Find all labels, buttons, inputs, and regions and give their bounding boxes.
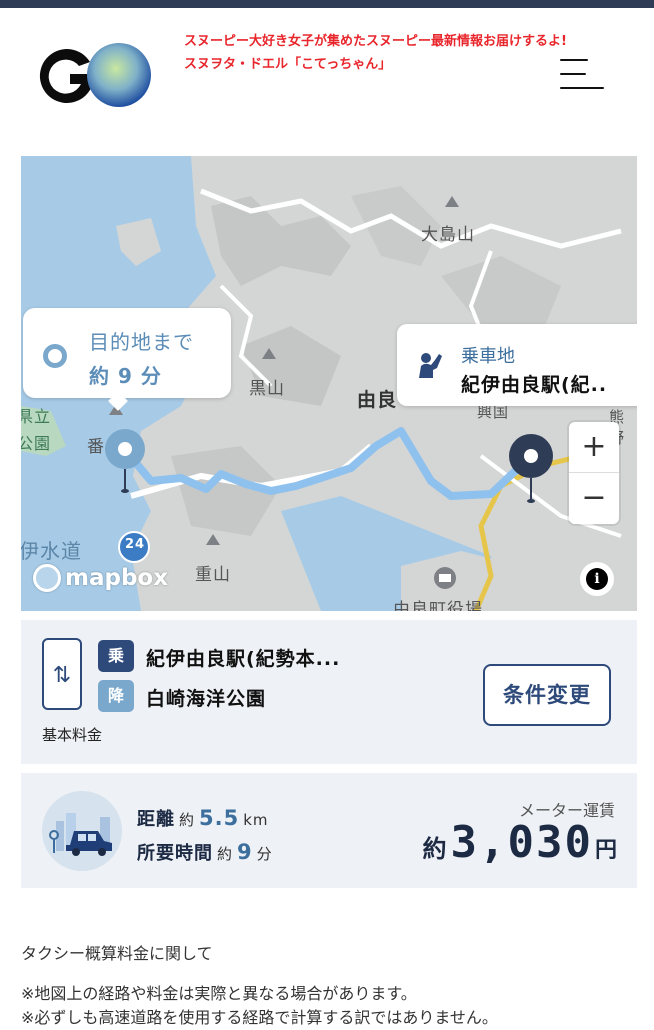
change-conditions-button[interactable]: 条件変更 (483, 664, 611, 726)
map-label-ban: 番 (87, 437, 105, 457)
notes-line: ※地図上の経路や料金は実際と異なる場合があります。 (21, 984, 417, 1003)
pickup-callout: 乗車地 紀伊由良駅(紀.. (397, 324, 637, 406)
zoom-control: + − (569, 422, 619, 524)
distance-row: 距離約 5.5 km (137, 805, 269, 831)
pickup-callout-title: 乗車地 (461, 346, 515, 367)
route-panel: ⇅ 基本料金 乗 紀伊由良駅(紀勢本... 降 白崎海洋公園 条件変更 (21, 620, 637, 764)
time-value: 9 (237, 840, 253, 864)
map-label-yakuba: 由良町役場 (393, 600, 483, 611)
distance-approx: 約 (179, 811, 196, 829)
map-label-kuroyama: 黒山 (249, 379, 285, 399)
mountain-icon (262, 348, 276, 359)
menu-line (560, 59, 588, 61)
menu-line (560, 87, 604, 89)
pickup-location[interactable]: 紀伊由良駅(紀勢本... (146, 644, 340, 671)
price-prefix: 約 (422, 835, 447, 863)
distance-value: 5.5 (199, 806, 240, 830)
destination-dot-icon (43, 344, 67, 368)
map-label-yura: 由良 (357, 389, 398, 411)
map-label-shigeyama: 重山 (195, 565, 231, 585)
estimated-price: 約3,030円 (423, 817, 617, 868)
map-info-button[interactable]: i (580, 562, 614, 596)
info-icon: i (586, 568, 608, 590)
pickup-callout-place: 紀伊由良駅(紀.. (461, 374, 608, 396)
price-unit: 円 (594, 838, 617, 863)
dropoff-location[interactable]: 白崎海洋公園 (146, 684, 266, 711)
destination-callout-title: 目的地まで (89, 330, 194, 354)
fare-panel: 距離約 5.5 km 所要時間約 9 分 メーター運賃 約3,030円 (21, 773, 637, 888)
dropoff-badge: 降 (98, 680, 134, 712)
zoom-in-button[interactable]: + (569, 422, 619, 472)
route-map[interactable]: 大島山 黒山 由良 県立 公園 番 伊水道 24 重山 由良町役場 興国 熊野 … (21, 156, 637, 611)
zoom-out-button[interactable]: − (569, 472, 619, 523)
time-row: 所要時間約 9 分 (137, 839, 273, 865)
mapbox-attribution[interactable]: mapbox (33, 561, 168, 595)
time-label: 所要時間 (137, 843, 213, 864)
pickup-badge: 乗 (98, 640, 134, 672)
menu-button[interactable] (558, 55, 606, 95)
distance-unit: km (243, 811, 269, 829)
mapbox-wordmark: mapbox (65, 565, 169, 591)
fare-type-label: 基本料金 (42, 726, 103, 744)
time-approx: 約 (217, 845, 234, 863)
notes-line: ※必ずしも高速道路を使用する経路で計算する訳ではありません。 (21, 1008, 498, 1027)
notes-heading: タクシー概算料金に関して (21, 944, 213, 963)
mountain-icon (445, 196, 459, 207)
mapbox-logo-icon (33, 564, 61, 592)
top-bar (0, 0, 654, 8)
map-label-izusuido: 伊水道 (21, 539, 82, 563)
time-unit: 分 (256, 845, 273, 863)
promo-line-1: スヌーピー大好き女子が集めたスヌーピー最新情報お届けするよ! (184, 34, 567, 49)
map-label-oshimayama: 大島山 (421, 225, 475, 245)
swap-arrows-icon: ⇅ (52, 663, 72, 688)
mountain-icon (206, 534, 220, 545)
raised-hand-icon (419, 353, 442, 378)
menu-line (560, 73, 586, 75)
go-logo[interactable] (34, 40, 154, 110)
destination-callout: 目的地まで 約 9 分 (23, 308, 231, 411)
destination-callout-eta: 約 9 分 (89, 364, 162, 388)
route-number-badge: 24 (125, 537, 146, 552)
swap-route-button[interactable]: ⇅ (42, 638, 82, 710)
fare-notes: タクシー概算料金に関して ※地図上の経路や料金は実際と異なる場合があります。 ※… (21, 940, 641, 1030)
map-label-koen: 公園 (21, 434, 52, 453)
taxi-icon (42, 791, 122, 871)
map-label-ken: 県立 (21, 407, 52, 426)
distance-label: 距離 (137, 809, 175, 830)
price-value: 3,030 (450, 817, 593, 868)
